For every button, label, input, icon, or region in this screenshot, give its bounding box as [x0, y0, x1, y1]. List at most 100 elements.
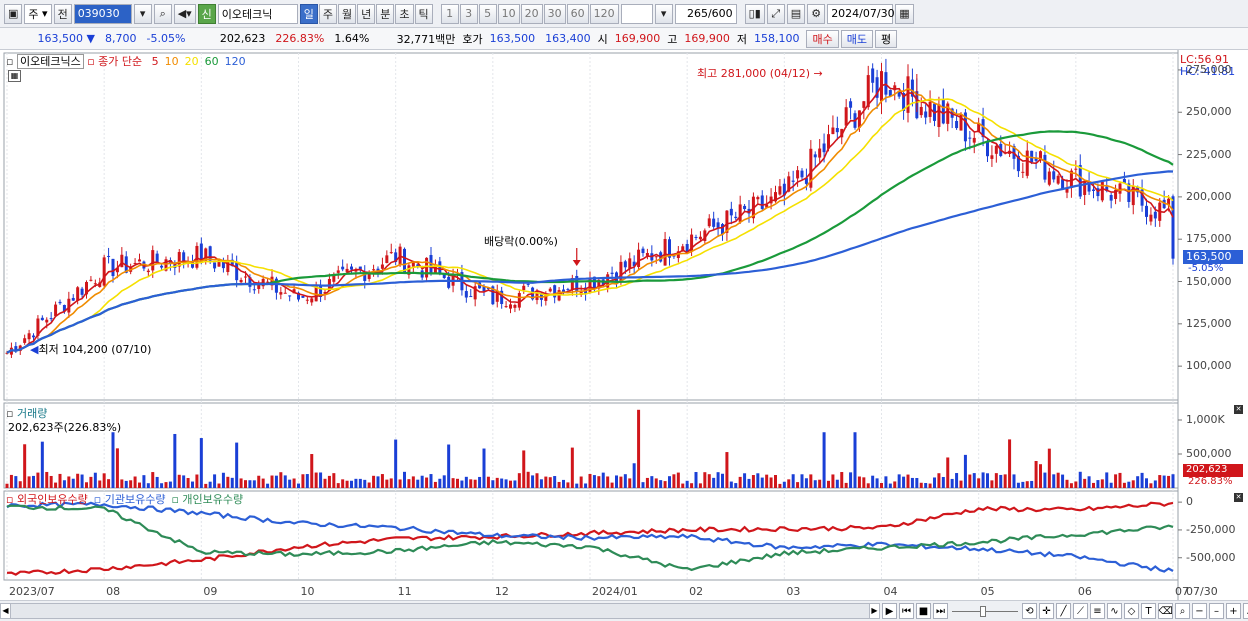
- volume-bar: [804, 478, 808, 488]
- ma-period-20[interactable]: 20: [185, 55, 199, 68]
- forward-icon[interactable]: ⏭: [933, 603, 948, 619]
- volume-bar: [244, 480, 247, 488]
- count-field[interactable]: 265/600: [674, 3, 737, 24]
- candle-body: [380, 264, 384, 269]
- date-field[interactable]: 2024/07/30: [827, 3, 895, 24]
- volume-tick-1: 500,000: [1186, 447, 1232, 460]
- interval-120[interactable]: 120: [589, 3, 619, 24]
- layout-icon[interactable]: ▣: [4, 3, 23, 24]
- candle-body: [849, 101, 853, 108]
- stock-name-label[interactable]: 이오테크닉스: [16, 54, 84, 69]
- search-icon[interactable]: ⌕: [153, 3, 172, 24]
- volume-bar: [305, 474, 309, 488]
- play-icon[interactable]: ▶: [882, 603, 897, 619]
- interval-20[interactable]: 20: [520, 3, 543, 24]
- zoom-in-icon[interactable]: +: [1226, 603, 1241, 619]
- interval-1[interactable]: 1: [440, 3, 459, 24]
- reset-zoom-icon[interactable]: ⟲: [1022, 603, 1037, 619]
- wave-tool-icon[interactable]: ∿: [1107, 603, 1122, 619]
- chart-canvas[interactable]: [0, 50, 1248, 600]
- code-dropdown-icon[interactable]: ▾: [133, 3, 152, 24]
- tab-1[interactable]: 주: [318, 3, 338, 24]
- ma-period-60[interactable]: 60: [205, 55, 219, 68]
- volume-bar: [933, 477, 936, 488]
- interval-10[interactable]: 10: [497, 3, 520, 24]
- draw-tool-icon[interactable]: ⤢: [766, 3, 785, 24]
- tab-3[interactable]: 년: [357, 3, 376, 24]
- speaker-icon[interactable]: ◀▾: [173, 3, 196, 24]
- candle-body: [305, 299, 309, 301]
- stock-code-input[interactable]: 039030: [73, 3, 132, 24]
- fib-tool-icon[interactable]: ≡: [1090, 603, 1105, 619]
- tab-5[interactable]: 초: [395, 3, 414, 24]
- tab-6[interactable]: 틱: [414, 3, 433, 24]
- interval-dropdown-icon[interactable]: ▾: [654, 3, 673, 24]
- sell-button[interactable]: 매도: [840, 29, 873, 48]
- rewind-icon[interactable]: ⏮: [899, 603, 914, 619]
- candle-body: [1149, 214, 1153, 222]
- interval-3[interactable]: 3: [459, 3, 478, 24]
- interval-60[interactable]: 60: [566, 3, 589, 24]
- horizontal-scrollbar[interactable]: ◀ ▶: [0, 603, 880, 619]
- calendar-icon[interactable]: ▦: [895, 3, 914, 24]
- interval-custom-input[interactable]: [620, 3, 653, 24]
- prev-button[interactable]: 전: [53, 3, 72, 24]
- trend-tool-icon[interactable]: ⟋: [1073, 603, 1088, 619]
- holdings-legend-0[interactable]: ▫ 외국인보유수량: [6, 493, 88, 506]
- volume-bar: [1065, 479, 1069, 488]
- zoom-out-icon[interactable]: −: [1192, 603, 1207, 619]
- scroll-left-icon[interactable]: ◀: [1, 604, 11, 618]
- ma-period-5[interactable]: 5: [152, 55, 159, 68]
- volume-bar: [420, 475, 424, 488]
- shape-tool-icon[interactable]: ◇: [1124, 603, 1139, 619]
- volume-bar: [562, 479, 565, 488]
- period-unit-select[interactable]: 주 ▾: [24, 3, 52, 24]
- font-size-icon[interactable]: A: [1243, 603, 1248, 619]
- volume-bar: [151, 472, 155, 488]
- buy-button[interactable]: 매수: [806, 29, 839, 48]
- delete-tool-icon[interactable]: ⌫: [1158, 603, 1173, 619]
- tab-2[interactable]: 월: [338, 3, 357, 24]
- volume-bar: [831, 474, 835, 488]
- line-tool-icon[interactable]: ╱: [1056, 603, 1071, 619]
- holdings-legend-2[interactable]: ▫ 개인보유수량: [171, 493, 243, 506]
- grid-icon[interactable]: ▦: [8, 70, 21, 82]
- stock-name-field[interactable]: 이오테크닉: [217, 3, 298, 24]
- magnify-icon[interactable]: ⌕: [1175, 603, 1190, 619]
- candle-body: [919, 106, 923, 116]
- gear-icon[interactable]: ⚙: [807, 3, 826, 24]
- save-icon[interactable]: ▤: [786, 3, 806, 24]
- volume-bar: [213, 474, 217, 488]
- close-investor-pane-icon[interactable]: ✕: [1234, 493, 1243, 502]
- date-label-8: 03: [786, 585, 801, 598]
- interval-5[interactable]: 5: [478, 3, 497, 24]
- candle-body: [385, 255, 389, 263]
- volume-bar: [456, 478, 459, 488]
- scroll-right-icon[interactable]: ▶: [869, 604, 879, 618]
- holdings-legend-1[interactable]: ▫ 기관보유수량: [94, 493, 166, 506]
- interval-30[interactable]: 30: [543, 3, 566, 24]
- volume-bar: [1039, 464, 1042, 488]
- chart-type-icon[interactable]: ▯▮: [744, 3, 765, 24]
- eval-button[interactable]: 평: [874, 29, 898, 48]
- open-label: 시: [597, 32, 608, 46]
- stop-icon[interactable]: ■: [916, 603, 931, 619]
- ma-period-10[interactable]: 10: [165, 55, 179, 68]
- close-volume-pane-icon[interactable]: ✕: [1234, 405, 1243, 414]
- crosshair-icon[interactable]: ✛: [1039, 603, 1054, 619]
- ma-period-120[interactable]: 120: [225, 55, 246, 68]
- volume-bar: [160, 483, 164, 488]
- tab-4[interactable]: 분: [376, 3, 395, 24]
- text-tool-icon[interactable]: T: [1141, 603, 1156, 619]
- candle-body: [822, 143, 826, 153]
- zoom-minus-icon[interactable]: –: [1209, 603, 1224, 619]
- zoom-slider[interactable]: [950, 603, 1020, 619]
- tab-0[interactable]: 일: [299, 3, 318, 24]
- volume-bar: [336, 483, 340, 488]
- ma-title[interactable]: 종가 단순: [98, 55, 142, 68]
- volume-bar: [1012, 474, 1016, 488]
- volume-bar: [1127, 481, 1131, 488]
- candle-body: [513, 304, 517, 308]
- candle-body: [1052, 171, 1056, 180]
- volume-bar: [712, 477, 716, 488]
